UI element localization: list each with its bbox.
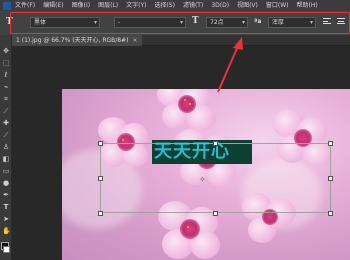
menu-view[interactable]: 视图(V) bbox=[237, 0, 258, 11]
tools-panel: ✥ ⬚ ℓ ⌁ ⌗ ⟋ ✚ ⟋ ♙ ◧ ▭ ● ✒ T ➤ ✋ bbox=[0, 35, 12, 260]
marquee-icon[interactable]: ⬚ bbox=[2, 59, 10, 67]
font-size-select[interactable]: 72点 ▾ bbox=[206, 17, 248, 28]
transform-handle-middle-left[interactable] bbox=[98, 176, 103, 181]
document-tab-bar: 1 (1).jpg @ 66.7% (天天开心, RGB/8#) × bbox=[12, 35, 350, 46]
move-icon[interactable]: ✥ bbox=[2, 47, 10, 55]
dodge-icon[interactable]: ● bbox=[2, 179, 10, 187]
lasso-icon[interactable]: ℓ bbox=[2, 71, 10, 79]
quick-select-icon[interactable]: ⌁ bbox=[2, 83, 10, 91]
type-icon[interactable]: T bbox=[2, 203, 10, 211]
chevron-down-icon: ▾ bbox=[93, 19, 97, 26]
type-tool-preset-icon[interactable]: T bbox=[6, 17, 13, 27]
chevron-down-icon: ▾ bbox=[309, 19, 313, 26]
eyedropper-icon[interactable]: ⟋ bbox=[2, 107, 10, 115]
menu-layer[interactable]: 图层(L) bbox=[98, 0, 118, 11]
menu-bar: 文件(F) 编辑(E) 图像(I) 图层(L) 文字(Y) 选择(S) 滤镜(T… bbox=[0, 0, 350, 11]
menu-filter[interactable]: 滤镜(T) bbox=[183, 0, 203, 11]
path-select-icon[interactable]: ➤ bbox=[2, 215, 10, 223]
font-style-select[interactable]: - ▾ bbox=[114, 17, 186, 28]
healing-icon[interactable]: ✚ bbox=[2, 119, 10, 127]
anti-alias-select[interactable]: 浑厚 ▾ bbox=[268, 17, 316, 28]
transform-handle-middle-right[interactable] bbox=[328, 176, 333, 181]
transform-bounding-box[interactable] bbox=[100, 143, 331, 213]
menu-file[interactable]: 文件(F) bbox=[15, 0, 35, 11]
menu-help[interactable]: 帮助(H) bbox=[297, 0, 318, 11]
menu-type[interactable]: 文字(Y) bbox=[126, 0, 146, 11]
close-icon[interactable]: × bbox=[133, 37, 138, 44]
chevron-down-icon: ▾ bbox=[179, 19, 183, 26]
font-family-select[interactable]: 黑体 ▾ bbox=[30, 17, 100, 28]
menu-select[interactable]: 选择(S) bbox=[154, 0, 175, 11]
hand-icon[interactable]: ✋ bbox=[2, 227, 11, 235]
chevron-down-icon: ▾ bbox=[241, 19, 245, 26]
photoshop-logo-icon bbox=[3, 1, 11, 10]
menu-edit[interactable]: 编辑(E) bbox=[43, 0, 63, 11]
menu-window[interactable]: 窗口(W) bbox=[266, 0, 289, 11]
transform-handle-bottom-right[interactable] bbox=[328, 211, 333, 216]
transform-handle-top-left[interactable] bbox=[98, 141, 103, 146]
background-color-swatch[interactable] bbox=[3, 246, 10, 253]
pen-icon[interactable]: ✒ bbox=[2, 191, 10, 199]
brush-icon[interactable]: ⟋ bbox=[2, 131, 10, 139]
transform-handle-top-middle[interactable] bbox=[213, 141, 218, 146]
stamp-icon[interactable]: ♙ bbox=[2, 143, 10, 151]
gradient-icon[interactable]: ▭ bbox=[2, 167, 10, 175]
transform-handle-bottom-left[interactable] bbox=[98, 211, 103, 216]
align-left-icon[interactable] bbox=[323, 18, 331, 26]
crop-icon[interactable]: ⌗ bbox=[2, 95, 10, 103]
document-tab[interactable]: 1 (1).jpg @ 66.7% (天天开心, RGB/8#) × bbox=[12, 35, 142, 46]
align-center-icon[interactable] bbox=[337, 18, 345, 26]
transform-handle-top-right[interactable] bbox=[328, 141, 333, 146]
reference-point-icon[interactable]: ✧ bbox=[199, 175, 206, 184]
anti-alias-icon: ªa bbox=[254, 18, 262, 25]
eraser-icon[interactable]: ◧ bbox=[2, 155, 10, 163]
menu-3d[interactable]: 3D(D) bbox=[211, 0, 229, 11]
transform-handle-bottom-middle[interactable] bbox=[213, 211, 218, 216]
font-size-icon: T bbox=[192, 16, 199, 26]
menu-image[interactable]: 图像(I) bbox=[72, 0, 90, 11]
